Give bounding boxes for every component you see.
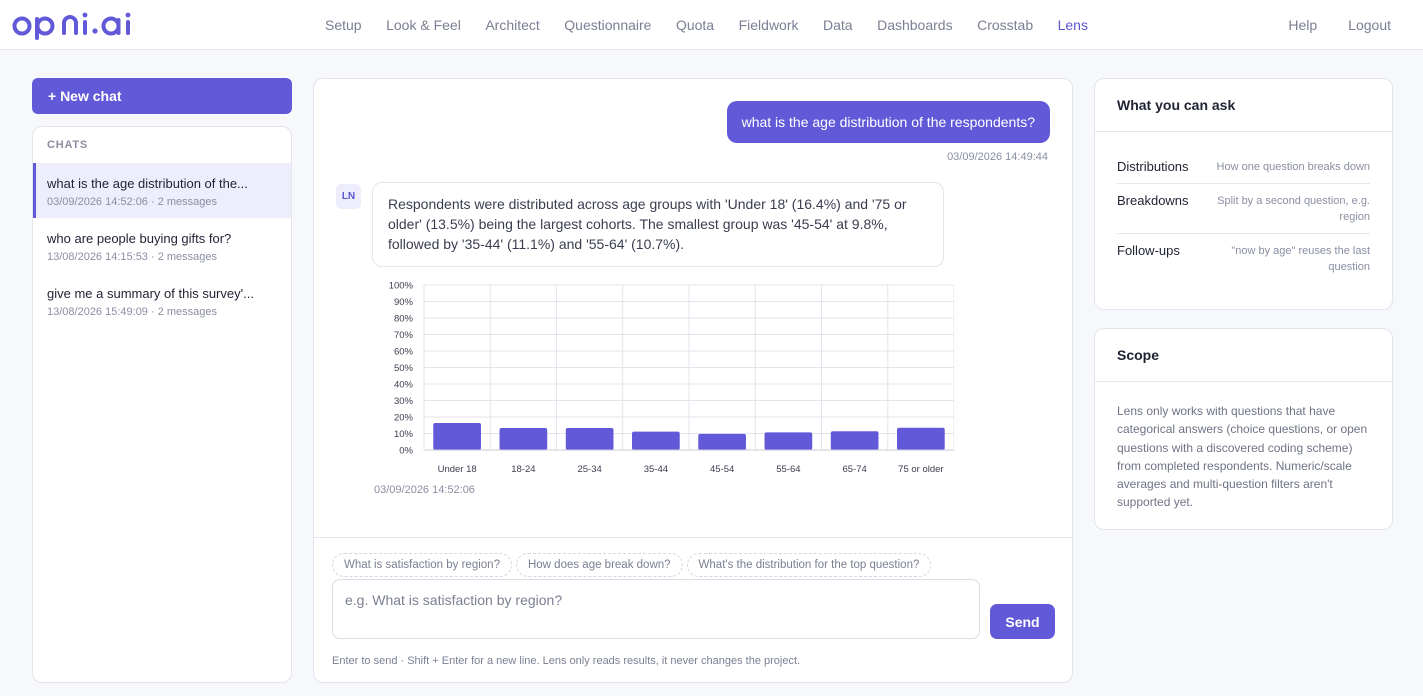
- ask-row: Follow-ups "now by age" reuses the last …: [1117, 234, 1370, 283]
- chart-bar: [565, 428, 614, 450]
- x-tick-label: 55-64: [776, 464, 800, 475]
- opini-ai-logo[interactable]: [12, 9, 144, 41]
- user-message-time: 03/09/2026 14:49:44: [947, 151, 1048, 163]
- ask-key: Follow-ups: [1117, 243, 1180, 258]
- chart-bar: [632, 431, 680, 450]
- chat-list-item[interactable]: what is the age distribution of the... 0…: [33, 163, 291, 218]
- chat-title: what is the age distribution of the...: [47, 176, 248, 191]
- y-tick-label: 50%: [394, 363, 414, 374]
- x-tick-label: 45-54: [710, 464, 734, 475]
- send-button[interactable]: Send: [990, 604, 1055, 639]
- chat-list: what is the age distribution of the... 0…: [33, 163, 291, 328]
- chart-bar: [698, 433, 746, 450]
- nav-data[interactable]: Data: [823, 17, 853, 33]
- chat-list-item[interactable]: give me a summary of this survey'... 13/…: [33, 273, 291, 328]
- ask-row: Distributions How one question breaks do…: [1117, 150, 1370, 184]
- y-tick-label: 90%: [394, 297, 414, 308]
- nav-fieldwork[interactable]: Fieldwork: [739, 17, 799, 33]
- y-tick-label: 20%: [394, 413, 414, 424]
- chats-heading: CHATS: [47, 139, 89, 151]
- composer-hint: Enter to send · Shift + Enter for a new …: [332, 655, 801, 667]
- ask-value: Split by a second question, e.g. region: [1217, 195, 1370, 223]
- suggestion-chip[interactable]: How does age break down?: [515, 553, 683, 577]
- chat-list-item[interactable]: who are people buying gifts for? 13/08/2…: [33, 218, 291, 273]
- chart-bar: [499, 428, 548, 450]
- suggestion-chip[interactable]: What's the distribution for the top ques…: [686, 553, 932, 577]
- nav-setup[interactable]: Setup: [325, 17, 362, 33]
- age-distribution-chart: 0% 10% 20% 30% 40% 50% 60% 70% 80% 90% 100% Under 1…: [364, 275, 955, 480]
- ask-key: Breakdowns: [1117, 193, 1189, 208]
- ask-key: Distributions: [1117, 159, 1189, 174]
- y-tick-label: 10%: [394, 429, 414, 440]
- card-title: Scope: [1095, 329, 1392, 382]
- x-tick-label: 18-24: [511, 464, 535, 475]
- new-chat-button[interactable]: + New chat: [32, 78, 292, 114]
- help-link[interactable]: Help: [1288, 17, 1317, 33]
- logout-link[interactable]: Logout: [1348, 17, 1391, 33]
- ask-list: Distributions How one question breaks do…: [1095, 132, 1392, 283]
- x-tick-label: 35-44: [644, 464, 668, 475]
- top-navigation-bar: Setup Look & Feel Architect Questionnair…: [0, 0, 1423, 50]
- y-tick-label: 100%: [389, 281, 414, 292]
- chart-svg: 0% 10% 20% 30% 40% 50% 60% 70% 80% 90% 100% Under 1…: [389, 281, 955, 475]
- assistant-message-time: 03/09/2026 14:52:06: [374, 484, 475, 496]
- user-message-bubble: what is the age distribution of the resp…: [726, 101, 1050, 143]
- ask-value: How one question breaks down: [1216, 161, 1370, 173]
- chart-bar: [433, 422, 481, 450]
- suggestion-chip[interactable]: What is satisfaction by region?: [332, 553, 512, 577]
- account-nav: Help Logout: [1288, 0, 1391, 50]
- nav-look-and-feel[interactable]: Look & Feel: [386, 17, 461, 33]
- y-tick-label: 80%: [394, 314, 414, 325]
- x-tick-label: 65-74: [842, 464, 866, 475]
- nav-crosstab[interactable]: Crosstab: [977, 17, 1033, 33]
- chart-bar: [764, 432, 813, 450]
- chat-title: give me a summary of this survey'...: [47, 286, 254, 301]
- x-tick-label: 25-34: [577, 464, 601, 475]
- chat-meta: 13/08/2026 14:15:53 · 2 messages: [47, 251, 218, 263]
- x-tick-label: 75 or older: [898, 464, 943, 475]
- chat-meta: 13/08/2026 15:49:09 · 2 messages: [47, 306, 218, 318]
- main-nav: Setup Look & Feel Architect Questionnair…: [325, 0, 1112, 50]
- chat-title: who are people buying gifts for?: [47, 231, 232, 246]
- y-tick-label: 70%: [394, 330, 414, 341]
- chat-meta: 03/09/2026 14:52:06 · 2 messages: [47, 196, 218, 208]
- chat-panel: what is the age distribution of the resp…: [313, 78, 1073, 683]
- assistant-message-bubble: Respondents were distributed across age …: [372, 182, 944, 267]
- scope-text: Lens only works with questions that have…: [1117, 404, 1368, 510]
- nav-lens[interactable]: Lens: [1058, 17, 1088, 33]
- ask-row: Breakdowns Split by a second question, e…: [1117, 184, 1370, 234]
- assistant-avatar: LN: [336, 184, 361, 209]
- nav-architect[interactable]: Architect: [485, 17, 539, 33]
- x-tick-label: Under 18: [438, 464, 477, 475]
- what-you-can-ask-card: What you can ask Distributions How one q…: [1094, 78, 1393, 310]
- nav-questionnaire[interactable]: Questionnaire: [564, 17, 651, 33]
- ask-value: "now by age" reuses the last question: [1231, 245, 1370, 273]
- chart-bar: [830, 431, 879, 450]
- composer-divider: [314, 537, 1072, 538]
- nav-dashboards[interactable]: Dashboards: [877, 17, 953, 33]
- suggestion-chips: What is satisfaction by region? How does…: [332, 553, 932, 577]
- scope-card: Scope Lens only works with questions tha…: [1094, 328, 1393, 530]
- card-title: What you can ask: [1095, 79, 1392, 132]
- nav-quota[interactable]: Quota: [676, 17, 714, 33]
- chats-panel: CHATS what is the age distribution of th…: [32, 126, 292, 683]
- message-input[interactable]: [332, 579, 980, 639]
- y-tick-label: 40%: [394, 380, 414, 391]
- logo-mark: [12, 12, 131, 40]
- y-tick-label: 30%: [394, 396, 414, 407]
- y-tick-label: 60%: [394, 347, 414, 358]
- y-tick-label: 0%: [399, 446, 413, 457]
- chart-bar: [897, 427, 945, 450]
